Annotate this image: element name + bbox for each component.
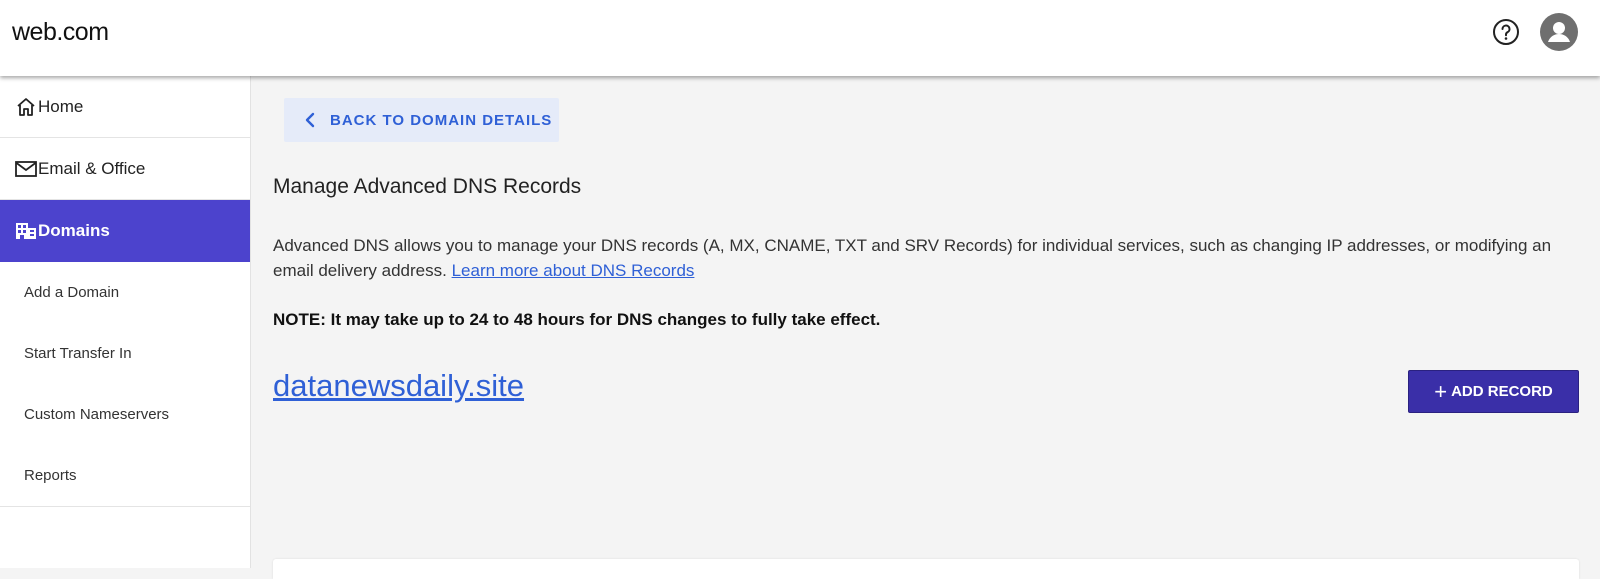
sidebar-subitem-label: Reports [24,467,77,484]
home-icon [14,95,38,119]
brand-logo[interactable]: web.com [12,18,109,47]
brand-text: web.com [12,18,109,46]
sidebar-item-label: Email & Office [38,158,146,178]
sidebar-subitem-label: Add a Domain [24,284,120,301]
sidebar-item-label: Home [38,96,84,116]
user-avatar-icon[interactable] [1540,13,1578,51]
add-record-button[interactable]: + ADD RECORD [1408,370,1579,413]
sidebar-item-home[interactable]: Home [0,76,250,138]
plus-icon: + [1434,378,1448,404]
learn-more-dns-link[interactable]: Learn more about DNS Records [452,261,695,280]
mail-icon [14,157,38,181]
dns-records-card [273,559,1579,579]
sidebar-subitem-label: Custom Nameservers [24,406,170,423]
building-icon [14,219,38,243]
dns-propagation-note: NOTE: It may take up to 24 to 48 hours f… [273,310,881,329]
help-icon[interactable] [1492,18,1520,46]
sidebar-item-label: Domains [38,221,110,240]
sidebar-subitem-custom-nameservers[interactable]: Custom Nameservers [0,384,250,445]
add-record-label: ADD RECORD [1451,383,1553,400]
main-content: BACK TO DOMAIN DETAILS Manage Advanced D… [251,76,1600,579]
sidebar-item-email-office[interactable]: Email & Office [0,138,250,200]
back-button-label: BACK TO DOMAIN DETAILS [330,111,553,129]
sidebar-item-domains[interactable]: Domains [0,200,250,262]
domains-submenu: Add a Domain Start Transfer In Custom Na… [0,262,250,507]
back-to-domain-details-button[interactable]: BACK TO DOMAIN DETAILS [284,98,559,142]
sidebar-subitem-label: Start Transfer In [24,345,132,362]
sidebar-subitem-start-transfer[interactable]: Start Transfer In [0,323,250,384]
sidebar-subitem-reports[interactable]: Reports [0,445,250,506]
chevron-left-icon [305,112,315,128]
domain-name-link[interactable]: datanewsdaily.site [273,368,524,404]
top-header: web.com [0,0,1600,76]
page-description: Advanced DNS allows you to manage your D… [273,233,1573,283]
sidebar-subitem-add-domain[interactable]: Add a Domain [0,262,250,323]
page-title: Manage Advanced DNS Records [273,175,582,198]
sidebar: Home Email & Office Domains Add a Domain… [0,76,251,568]
